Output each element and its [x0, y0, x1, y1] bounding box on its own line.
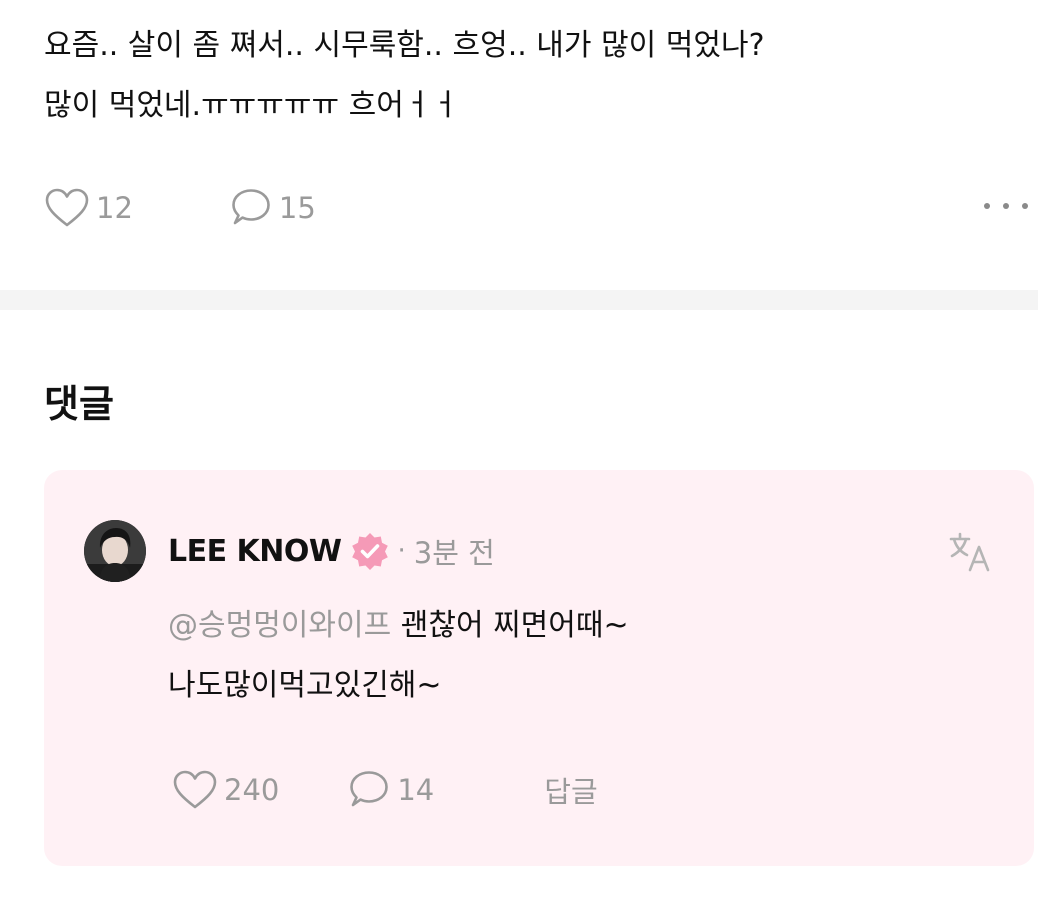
translate-glyph — [949, 532, 990, 572]
comment-reply-count: 14 — [397, 773, 435, 807]
comment-card: LEE KNOW · 3분 전 @승멍멍이와이프 괜찮어 찌면어때~ 나도많이먹… — [44, 470, 1034, 866]
comments-section-title: 댓글 — [44, 382, 114, 426]
comment-time: 3분 전 — [413, 536, 495, 570]
post-text-line-1: 요즘.. 살이 좀 쪄서.. 시무룩함.. 흐엉.. 내가 많이 먹었나? — [44, 28, 765, 63]
post-like-button[interactable]: 12 — [44, 187, 133, 229]
verified-badge-icon — [351, 533, 388, 570]
section-divider — [0, 290, 1038, 310]
post-comment-button[interactable]: 15 — [229, 187, 316, 229]
mention-link[interactable]: @승멍멍이와이프 — [168, 608, 391, 643]
speech-bubble-icon — [232, 189, 270, 225]
comment-text-line-1-body: 괜찮어 찌면어때~ — [391, 608, 629, 643]
post-like-count: 12 — [96, 191, 133, 225]
comment-text-line-1: @승멍멍이와이프 괜찮어 찌면어때~ — [168, 606, 629, 646]
translate-icon[interactable] — [948, 530, 992, 576]
comment-header: LEE KNOW · 3분 전 — [168, 528, 495, 574]
more-dot — [984, 203, 990, 209]
comment-like-count: 240 — [224, 773, 280, 807]
comment-text-line-2: 나도많이먹고있긴해~ — [168, 668, 442, 703]
dot-separator: · — [397, 536, 406, 566]
heart-outline-icon — [45, 188, 89, 227]
comment-like-button[interactable]: 240 — [172, 769, 279, 811]
speech-bubble-icon — [350, 771, 389, 807]
post: 요즘.. 살이 좀 쪄서.. 시무룩함.. 흐엉.. 내가 많이 먹었나? 많이… — [0, 0, 1038, 290]
post-comment-count: 15 — [278, 191, 316, 225]
avatar[interactable] — [84, 520, 146, 582]
post-actions: 12 15 — [44, 186, 316, 230]
more-dot — [1022, 203, 1028, 209]
post-text-line-2: 많이 먹었네.ㅠㅠㅠㅠㅠ 흐어ㅓㅓ — [44, 88, 460, 123]
comment-actions: 240 14 답글 — [172, 768, 598, 812]
avatar-image — [84, 520, 146, 582]
comment-author-name[interactable]: LEE KNOW — [168, 534, 342, 569]
heart-outline-icon — [173, 770, 217, 809]
comment-reply-count-button[interactable]: 14 — [347, 769, 434, 811]
reply-button[interactable]: 답글 — [544, 769, 597, 811]
more-dots-icon[interactable] — [984, 196, 1028, 216]
more-dot — [1003, 203, 1009, 209]
